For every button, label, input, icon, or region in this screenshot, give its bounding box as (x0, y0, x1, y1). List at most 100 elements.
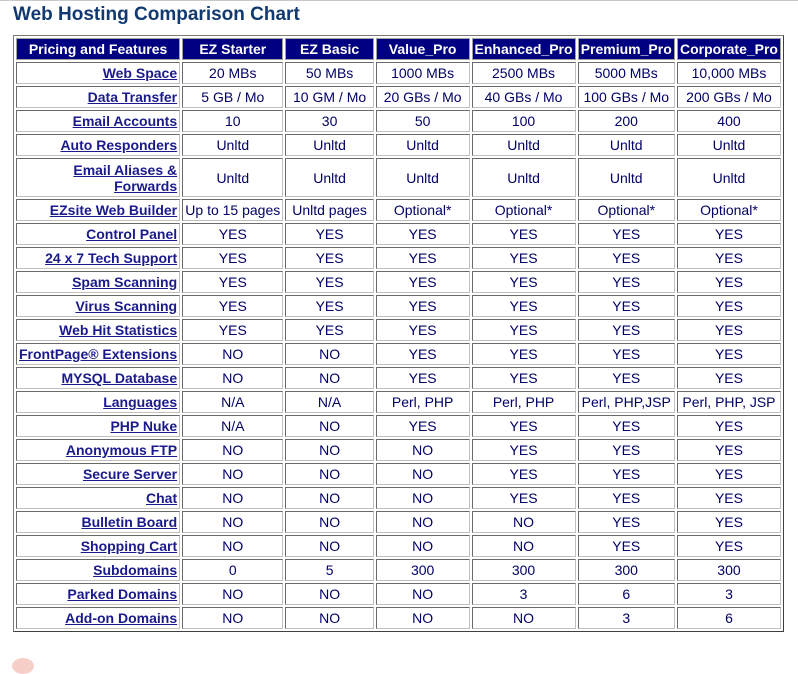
value-cell: 3 (471, 583, 576, 605)
value-cell: YES (182, 223, 284, 245)
feature-link[interactable]: FrontPage® Extensions (19, 346, 177, 362)
value-cell: 100 (471, 110, 576, 132)
value-cell: NO (285, 415, 374, 437)
value-cell: NO (285, 367, 374, 389)
value-cell: YES (471, 487, 576, 509)
comparison-table: Pricing and Features EZ Starter EZ Basic Va… (13, 35, 784, 632)
feature-cell: Spam Scanning (16, 271, 181, 293)
value-cell: NO (182, 583, 284, 605)
value-cell: YES (577, 439, 675, 461)
value-cell: 20 MBs (182, 62, 284, 84)
feature-cell: Anonymous FTP (16, 439, 181, 461)
feature-link[interactable]: Shopping Cart (81, 538, 177, 554)
top-divider (0, 0, 798, 1)
feature-cell: Parked Domains (16, 583, 181, 605)
value-cell: YES (577, 463, 675, 485)
feature-link[interactable]: Control Panel (86, 226, 177, 242)
feature-link[interactable]: 24 x 7 Tech Support (45, 250, 177, 266)
value-cell: 30 (285, 110, 374, 132)
feature-cell: Data Transfer (16, 86, 181, 108)
feature-link[interactable]: Email Accounts (73, 113, 178, 129)
value-cell: NO (471, 607, 576, 629)
value-cell: YES (676, 295, 781, 317)
header-row: Pricing and Features EZ Starter EZ Basic Va… (16, 38, 781, 60)
feature-link[interactable]: Data Transfer (88, 89, 177, 105)
feature-link[interactable]: Languages (103, 394, 177, 410)
value-cell: YES (676, 511, 781, 533)
value-cell: YES (375, 319, 470, 341)
value-cell: Unltd (182, 134, 284, 156)
feature-link[interactable]: EZsite Web Builder (50, 202, 177, 218)
feature-link[interactable]: Bulletin Board (81, 514, 177, 530)
value-cell: YES (471, 415, 576, 437)
feature-link[interactable]: Parked Domains (67, 586, 177, 602)
value-cell: YES (285, 223, 374, 245)
table-row: Spam Scanning YES YES YES YES YES YES (16, 271, 781, 293)
value-cell: NO (375, 607, 470, 629)
feature-link[interactable]: Subdomains (93, 562, 177, 578)
value-cell: Unltd (471, 158, 576, 197)
value-cell: YES (471, 247, 576, 269)
value-cell: YES (375, 271, 470, 293)
value-cell: YES (577, 511, 675, 533)
value-cell: Up to 15 pages (182, 199, 284, 221)
value-cell: Optional* (375, 199, 470, 221)
value-cell: 40 GBs / Mo (471, 86, 576, 108)
feature-cell: Virus Scanning (16, 295, 181, 317)
value-cell: YES (577, 343, 675, 365)
feature-cell: Email Accounts (16, 110, 181, 132)
value-cell: 20 GBs / Mo (375, 86, 470, 108)
value-cell: 3 (577, 607, 675, 629)
value-cell: NO (182, 343, 284, 365)
value-cell: NO (375, 439, 470, 461)
value-cell: NO (375, 583, 470, 605)
value-cell: YES (676, 415, 781, 437)
value-cell: Unltd pages (285, 199, 374, 221)
value-cell: YES (285, 319, 374, 341)
feature-link[interactable]: Auto Responders (60, 137, 177, 153)
feature-link[interactable]: PHP Nuke (110, 418, 177, 434)
value-cell: NO (182, 607, 284, 629)
value-cell: NO (182, 463, 284, 485)
value-cell: N/A (182, 415, 284, 437)
table-row: 24 x 7 Tech Support YES YES YES YES YES YES (16, 247, 781, 269)
value-cell: YES (577, 535, 675, 557)
value-cell: NO (285, 463, 374, 485)
table-row: Bulletin Board NO NO NO NO YES YES (16, 511, 781, 533)
feature-link[interactable]: Web Hit Statistics (59, 322, 177, 338)
feature-link[interactable]: Secure Server (83, 466, 177, 482)
feature-link[interactable]: Web Space (103, 65, 177, 81)
feature-cell: Chat (16, 487, 181, 509)
value-cell: NO (285, 343, 374, 365)
value-cell: NO (471, 535, 576, 557)
value-cell: NO (182, 535, 284, 557)
value-cell: 200 (577, 110, 675, 132)
value-cell: YES (676, 343, 781, 365)
value-cell: 3 (676, 583, 781, 605)
feature-link[interactable]: Chat (146, 490, 177, 506)
feature-link[interactable]: Virus Scanning (75, 298, 177, 314)
value-cell: NO (285, 583, 374, 605)
feature-cell: Email Aliases & Forwards (16, 158, 181, 197)
value-cell: NO (285, 535, 374, 557)
feature-link[interactable]: Anonymous FTP (66, 442, 177, 458)
value-cell: YES (375, 247, 470, 269)
value-cell: 100 GBs / Mo (577, 86, 675, 108)
column-header-plan: Corporate_Pro (676, 38, 781, 60)
value-cell: YES (182, 247, 284, 269)
value-cell: YES (577, 295, 675, 317)
feature-link[interactable]: Email Aliases & Forwards (73, 162, 177, 194)
value-cell: Unltd (285, 134, 374, 156)
value-cell: 300 (375, 559, 470, 581)
value-cell: 50 (375, 110, 470, 132)
value-cell: 10 (182, 110, 284, 132)
value-cell: Unltd (375, 158, 470, 197)
feature-link[interactable]: Spam Scanning (72, 274, 177, 290)
feature-cell: Web Space (16, 62, 181, 84)
value-cell: YES (182, 319, 284, 341)
column-header-plan: Enhanced_Pro (471, 38, 576, 60)
table-row: Parked Domains NO NO NO 3 6 3 (16, 583, 781, 605)
value-cell: Unltd (676, 158, 781, 197)
feature-link[interactable]: MYSQL Database (61, 370, 177, 386)
feature-link[interactable]: Add-on Domains (65, 610, 177, 626)
